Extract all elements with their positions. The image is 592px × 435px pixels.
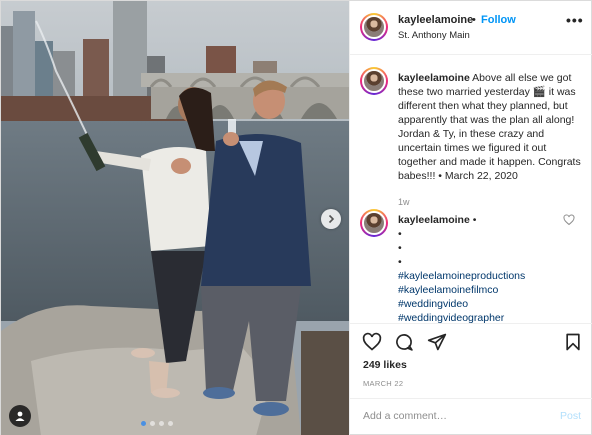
- carousel-indicator: [141, 421, 173, 426]
- carousel-dot: [141, 421, 146, 426]
- next-slide-button[interactable]: [321, 209, 341, 229]
- comment-bullet: •: [398, 228, 402, 240]
- carousel-dot: [159, 421, 164, 426]
- bookmark-icon[interactable]: [563, 332, 583, 352]
- comment-text-block: kayleelamoine • • • • #kayleelamoineprod…: [398, 213, 584, 323]
- user-tag-icon: [15, 411, 25, 421]
- comment-username[interactable]: kayleelamoine: [398, 214, 470, 226]
- post-header: kayleelamoine • Follow St. Anthony Main …: [350, 1, 592, 55]
- hashtag-link[interactable]: #weddingvideo: [398, 297, 584, 311]
- post-details-pane: kayleelamoine • Follow St. Anthony Main …: [349, 1, 592, 435]
- caption-timestamp[interactable]: 1w: [398, 197, 410, 207]
- comment-separator: •: [472, 214, 477, 226]
- hashtag-link[interactable]: #kayleelamoineproductions: [398, 269, 584, 283]
- post-date[interactable]: MARCH 22: [363, 379, 403, 388]
- post-comment-button[interactable]: Post: [560, 410, 581, 422]
- add-comment-section: Post: [350, 398, 592, 435]
- add-comment-input[interactable]: [363, 410, 543, 422]
- carousel-dot: [168, 421, 173, 426]
- caption: kayleelamoine Above all else we got thes…: [350, 67, 592, 207]
- action-bar: [350, 323, 592, 357]
- like-count[interactable]: 249 likes: [363, 359, 407, 371]
- hashtag-link[interactable]: #kayleelamoinefilmco: [398, 283, 584, 297]
- hashtag-link[interactable]: #weddingvideographer: [398, 311, 584, 323]
- follow-button[interactable]: Follow: [481, 14, 516, 26]
- tagged-users-button[interactable]: [9, 405, 31, 427]
- post-photo[interactable]: [1, 1, 349, 435]
- header-username[interactable]: kayleelamoine: [398, 14, 473, 26]
- header-separator: •: [472, 14, 476, 26]
- caption-text-block: kayleelamoine Above all else we got thes…: [398, 71, 584, 183]
- location-link[interactable]: St. Anthony Main: [398, 30, 470, 41]
- comment-bullet: •: [398, 242, 402, 254]
- paper-plane-icon[interactable]: [427, 332, 447, 352]
- caption-body: Above all else we got these two married …: [398, 72, 581, 182]
- more-options-icon[interactable]: •••: [566, 13, 584, 27]
- heart-icon[interactable]: [362, 332, 382, 352]
- avatar[interactable]: [360, 13, 388, 41]
- comment-avatar[interactable]: [360, 209, 388, 237]
- wedding-champagne-photo: [1, 1, 349, 435]
- caption-username[interactable]: kayleelamoine: [398, 72, 470, 84]
- comment-like-heart-icon[interactable]: [563, 214, 575, 226]
- instagram-post: kayleelamoine • Follow St. Anthony Main …: [0, 0, 592, 435]
- carousel-dot: [150, 421, 155, 426]
- comment-bullet: •: [398, 256, 402, 268]
- comment: kayleelamoine • • • • #kayleelamoineprod…: [350, 209, 592, 323]
- comments-list[interactable]: kayleelamoine Above all else we got thes…: [350, 55, 592, 323]
- comment-icon[interactable]: [394, 332, 414, 352]
- caption-avatar[interactable]: [360, 67, 388, 95]
- chevron-right-icon: [328, 214, 335, 224]
